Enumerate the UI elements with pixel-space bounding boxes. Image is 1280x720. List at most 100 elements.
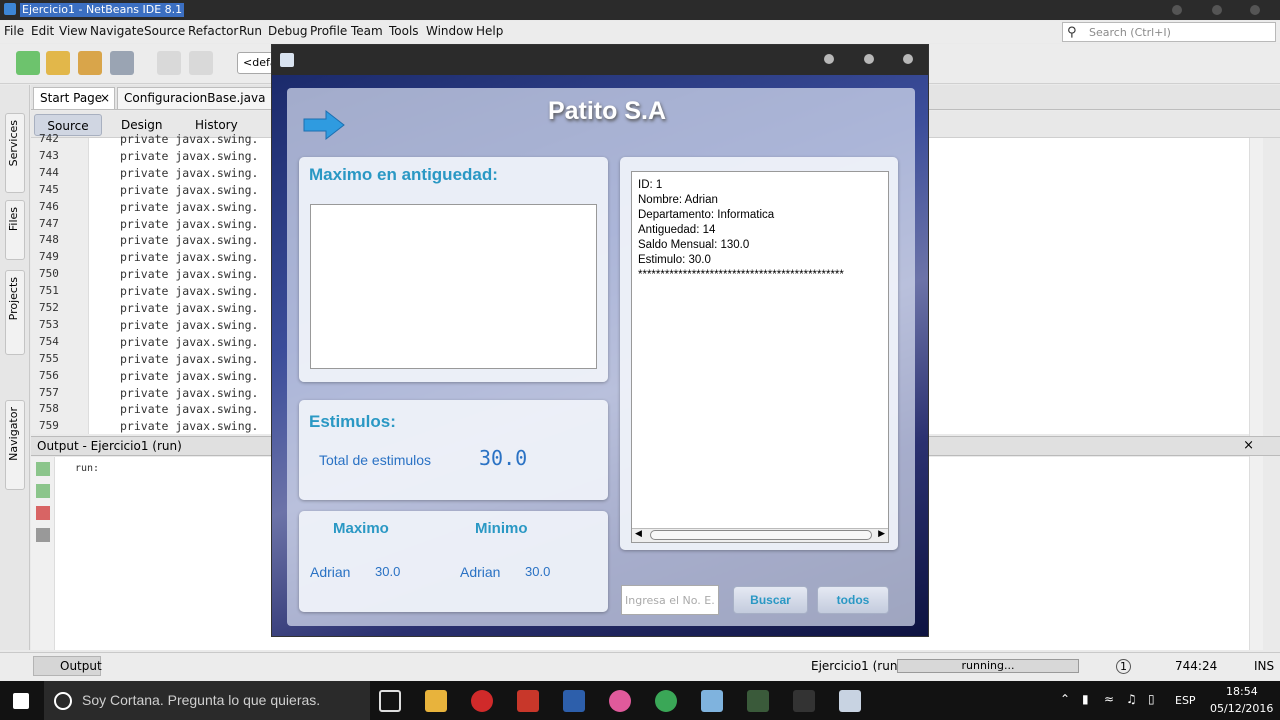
menu-view[interactable]: View — [59, 24, 87, 38]
search-icon: ⚲ — [1067, 25, 1077, 40]
scroll-left-icon[interactable]: ◀ — [635, 529, 642, 539]
window-title-bar: Ejercicio1 - NetBeans IDE 8.1 — [0, 0, 1280, 20]
line-number: 744 — [39, 165, 59, 179]
new-file-icon[interactable] — [16, 51, 40, 75]
menu-profile[interactable]: Profile — [310, 24, 347, 38]
taskbar: Soy Cortana. Pregunta lo que quieras. ⌃ … — [0, 681, 1280, 720]
max-antiguedad-card: Maximo en antiguedad: — [299, 157, 608, 382]
menu-edit[interactable]: Edit — [31, 24, 54, 38]
code-line: private javax.swing. — [120, 385, 259, 400]
settings-icon[interactable] — [793, 690, 815, 712]
open-project-icon[interactable] — [78, 51, 102, 75]
clock-date: 05/12/2016 — [1210, 702, 1274, 715]
menu-debug[interactable]: Debug — [268, 24, 307, 38]
windows-start-icon[interactable] — [13, 693, 29, 709]
rerun-modified-icon[interactable] — [36, 484, 50, 498]
save-all-icon[interactable] — [110, 51, 134, 75]
new-project-icon[interactable] — [46, 51, 70, 75]
line-number: 757 — [39, 385, 59, 399]
menu-refactor[interactable]: Refactor — [188, 24, 238, 38]
app-maximize-button[interactable] — [864, 54, 874, 64]
cortana-search-box[interactable]: Soy Cortana. Pregunta lo que quieras. — [44, 681, 370, 720]
min-header: Minimo — [475, 520, 528, 537]
maximize-button[interactable] — [1212, 5, 1222, 15]
close-icon[interactable]: × — [1243, 438, 1254, 453]
menu-help[interactable]: Help — [476, 24, 503, 38]
notification-badge[interactable]: 1 — [1116, 659, 1131, 674]
report-horizontal-scrollbar[interactable]: ◀ ▶ — [632, 528, 888, 542]
line-number: 746 — [39, 199, 59, 213]
settings-icon[interactable] — [36, 528, 50, 542]
chevron-up-icon[interactable]: ⌃ — [1060, 692, 1070, 706]
code-line: private javax.swing. — [120, 402, 259, 417]
sidebar-tab-services[interactable]: Services — [5, 113, 25, 193]
output-toggle-button[interactable]: Output — [33, 656, 102, 676]
close-window-button[interactable] — [1250, 5, 1260, 15]
line-number: 759 — [39, 419, 59, 433]
battery-icon[interactable]: ▮ — [1082, 692, 1089, 706]
rerun-icon[interactable] — [36, 462, 50, 476]
language-indicator[interactable]: ESP — [1175, 694, 1196, 707]
file-explorer-icon[interactable] — [425, 690, 447, 712]
word-icon[interactable] — [563, 690, 585, 712]
app-title-bar — [272, 45, 928, 75]
menu-bar: File Edit View Navigate Source Refactor … — [0, 21, 1280, 43]
max-antiguedad-textarea[interactable] — [310, 204, 597, 369]
estimulos-card: Estimulos: Total de estimulos 30.0 — [299, 400, 608, 500]
menu-file[interactable]: File — [4, 24, 24, 38]
report-line: ****************************************… — [638, 269, 844, 281]
wifi-icon[interactable]: ≈ — [1104, 692, 1114, 706]
notifications-icon[interactable]: ▯ — [1148, 692, 1155, 706]
report-textarea[interactable]: ID: 1 Nombre: Adrian Departamento: Informa… — [631, 171, 889, 543]
task-view-icon[interactable] — [379, 690, 401, 712]
process-name: Ejercicio1 (run) — [811, 659, 903, 673]
progress-bar: running... — [897, 659, 1079, 673]
tab-configuracionbase[interactable]: ConfiguracionBase.java — [117, 87, 277, 109]
menu-source[interactable]: Source — [144, 24, 185, 38]
search-input[interactable]: ⚲ Search (Ctrl+I) — [1062, 22, 1276, 42]
code-line: private javax.swing. — [120, 334, 259, 349]
estimulos-title: Estimulos: — [309, 412, 396, 431]
close-icon[interactable]: × — [100, 91, 110, 105]
report-line: ID: 1 — [638, 179, 663, 191]
todos-button[interactable]: todos — [817, 586, 889, 614]
menu-window[interactable]: Window — [426, 24, 473, 38]
line-number: 751 — [39, 284, 59, 298]
chrome-icon[interactable] — [655, 690, 677, 712]
tab-start-page[interactable]: Start Page × — [33, 87, 115, 109]
redo-icon[interactable] — [189, 51, 213, 75]
opera-icon[interactable] — [471, 690, 493, 712]
max-header: Maximo — [333, 520, 389, 537]
menu-navigate[interactable]: Navigate — [90, 24, 144, 38]
scroll-right-icon[interactable]: ▶ — [878, 529, 885, 539]
code-line: private javax.swing. — [120, 182, 259, 197]
paint-icon[interactable] — [517, 690, 539, 712]
sidebar-tab-navigator[interactable]: Navigator — [5, 400, 25, 490]
sidebar-tab-files[interactable]: Files — [5, 200, 25, 260]
line-number: 750 — [39, 267, 59, 281]
undo-icon[interactable] — [157, 51, 181, 75]
stop-icon[interactable] — [36, 506, 50, 520]
line-number: 747 — [39, 216, 59, 230]
code-line: private javax.swing. — [120, 284, 259, 299]
volume-icon[interactable]: ♫ — [1126, 692, 1137, 706]
app-minimize-button[interactable] — [824, 54, 834, 64]
menu-run[interactable]: Run — [239, 24, 262, 38]
itunes-icon[interactable] — [609, 690, 631, 712]
report-line: Antiguedad: 14 — [638, 224, 716, 236]
java-app-icon[interactable] — [839, 690, 861, 712]
total-estimulos-value: 30.0 — [479, 446, 528, 470]
scroll-thumb[interactable] — [650, 530, 872, 540]
employee-number-input[interactable]: Ingresa el No. E. — [621, 585, 719, 615]
app-close-button[interactable] — [903, 54, 913, 64]
editor-scrollbar[interactable] — [1249, 138, 1263, 650]
menu-team[interactable]: Team — [351, 24, 383, 38]
sidebar-tab-projects[interactable]: Projects — [5, 270, 25, 355]
buscar-button[interactable]: Buscar — [733, 586, 808, 614]
netbeans-icon[interactable] — [701, 690, 723, 712]
minimize-button[interactable] — [1172, 5, 1182, 15]
menu-tools[interactable]: Tools — [389, 24, 419, 38]
code-line: private javax.swing. — [120, 216, 259, 231]
app-icon[interactable] — [747, 690, 769, 712]
status-bar: Output Ejercicio1 (run) running... 1 744… — [0, 652, 1280, 680]
